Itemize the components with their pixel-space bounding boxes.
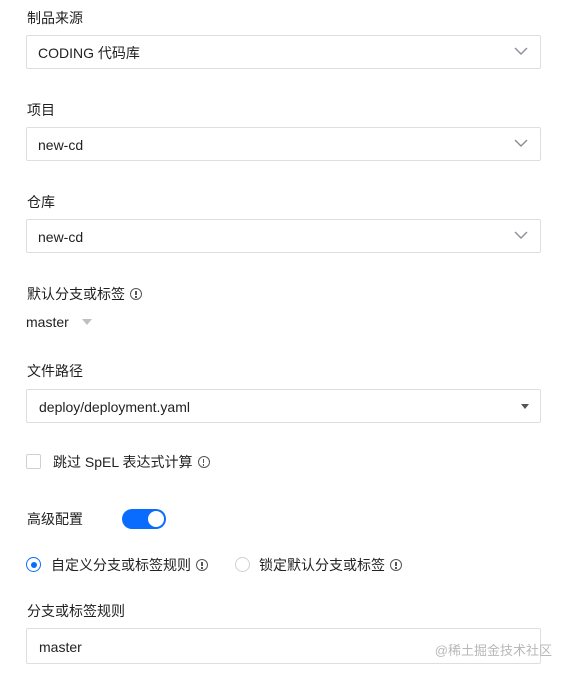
info-icon[interactable] [196,559,208,571]
advanced-label: 高级配置 [27,511,83,527]
branch-select-value: master [26,314,69,330]
repo-label: 仓库 [27,194,55,210]
radio-lock-default[interactable] [235,557,250,572]
skip-spel-checkbox[interactable] [26,454,41,469]
radio-lock-default-label: 锁定默认分支或标签 [259,556,402,574]
radio-custom-rule-text: 自定义分支或标签规则 [51,557,191,573]
branch-select[interactable]: master [26,313,92,331]
chevron-down-icon [514,47,528,55]
file-path-select[interactable]: deploy/deployment.yaml [26,389,541,423]
radio-custom-rule-label: 自定义分支或标签规则 [51,556,208,574]
info-icon[interactable] [130,288,142,300]
caret-down-icon [82,319,92,325]
radio-custom-rule[interactable] [26,557,41,572]
radio-lock-default-text: 锁定默认分支或标签 [259,557,385,573]
info-icon[interactable] [197,456,210,468]
project-label: 项目 [27,102,55,118]
project-select[interactable]: new-cd [26,127,541,161]
repo-select-value: new-cd [38,229,84,245]
branch-label: 默认分支或标签 [27,285,142,303]
advanced-toggle[interactable] [122,509,166,529]
source-label: 制品来源 [27,10,83,26]
toggle-knob [148,511,164,527]
caret-down-icon [521,404,529,409]
chevron-down-icon [514,231,528,239]
branch-label-text: 默认分支或标签 [27,286,125,302]
skip-spel-label: 跳过 SpEL 表达式计算 [53,453,210,471]
source-select[interactable]: CODING 代码库 [26,35,541,69]
project-select-value: new-cd [38,137,84,153]
file-path-value: deploy/deployment.yaml [39,399,190,415]
rule-label: 分支或标签规则 [27,603,125,619]
rule-input-value: master [39,639,82,655]
file-path-label: 文件路径 [27,363,83,379]
info-icon[interactable] [390,559,402,571]
repo-select[interactable]: new-cd [26,219,541,253]
skip-spel-label-text: 跳过 SpEL 表达式计算 [53,454,193,470]
source-select-value: CODING 代码库 [38,45,140,61]
watermark: @稀土掘金技术社区 [434,643,552,658]
chevron-down-icon [514,139,528,147]
